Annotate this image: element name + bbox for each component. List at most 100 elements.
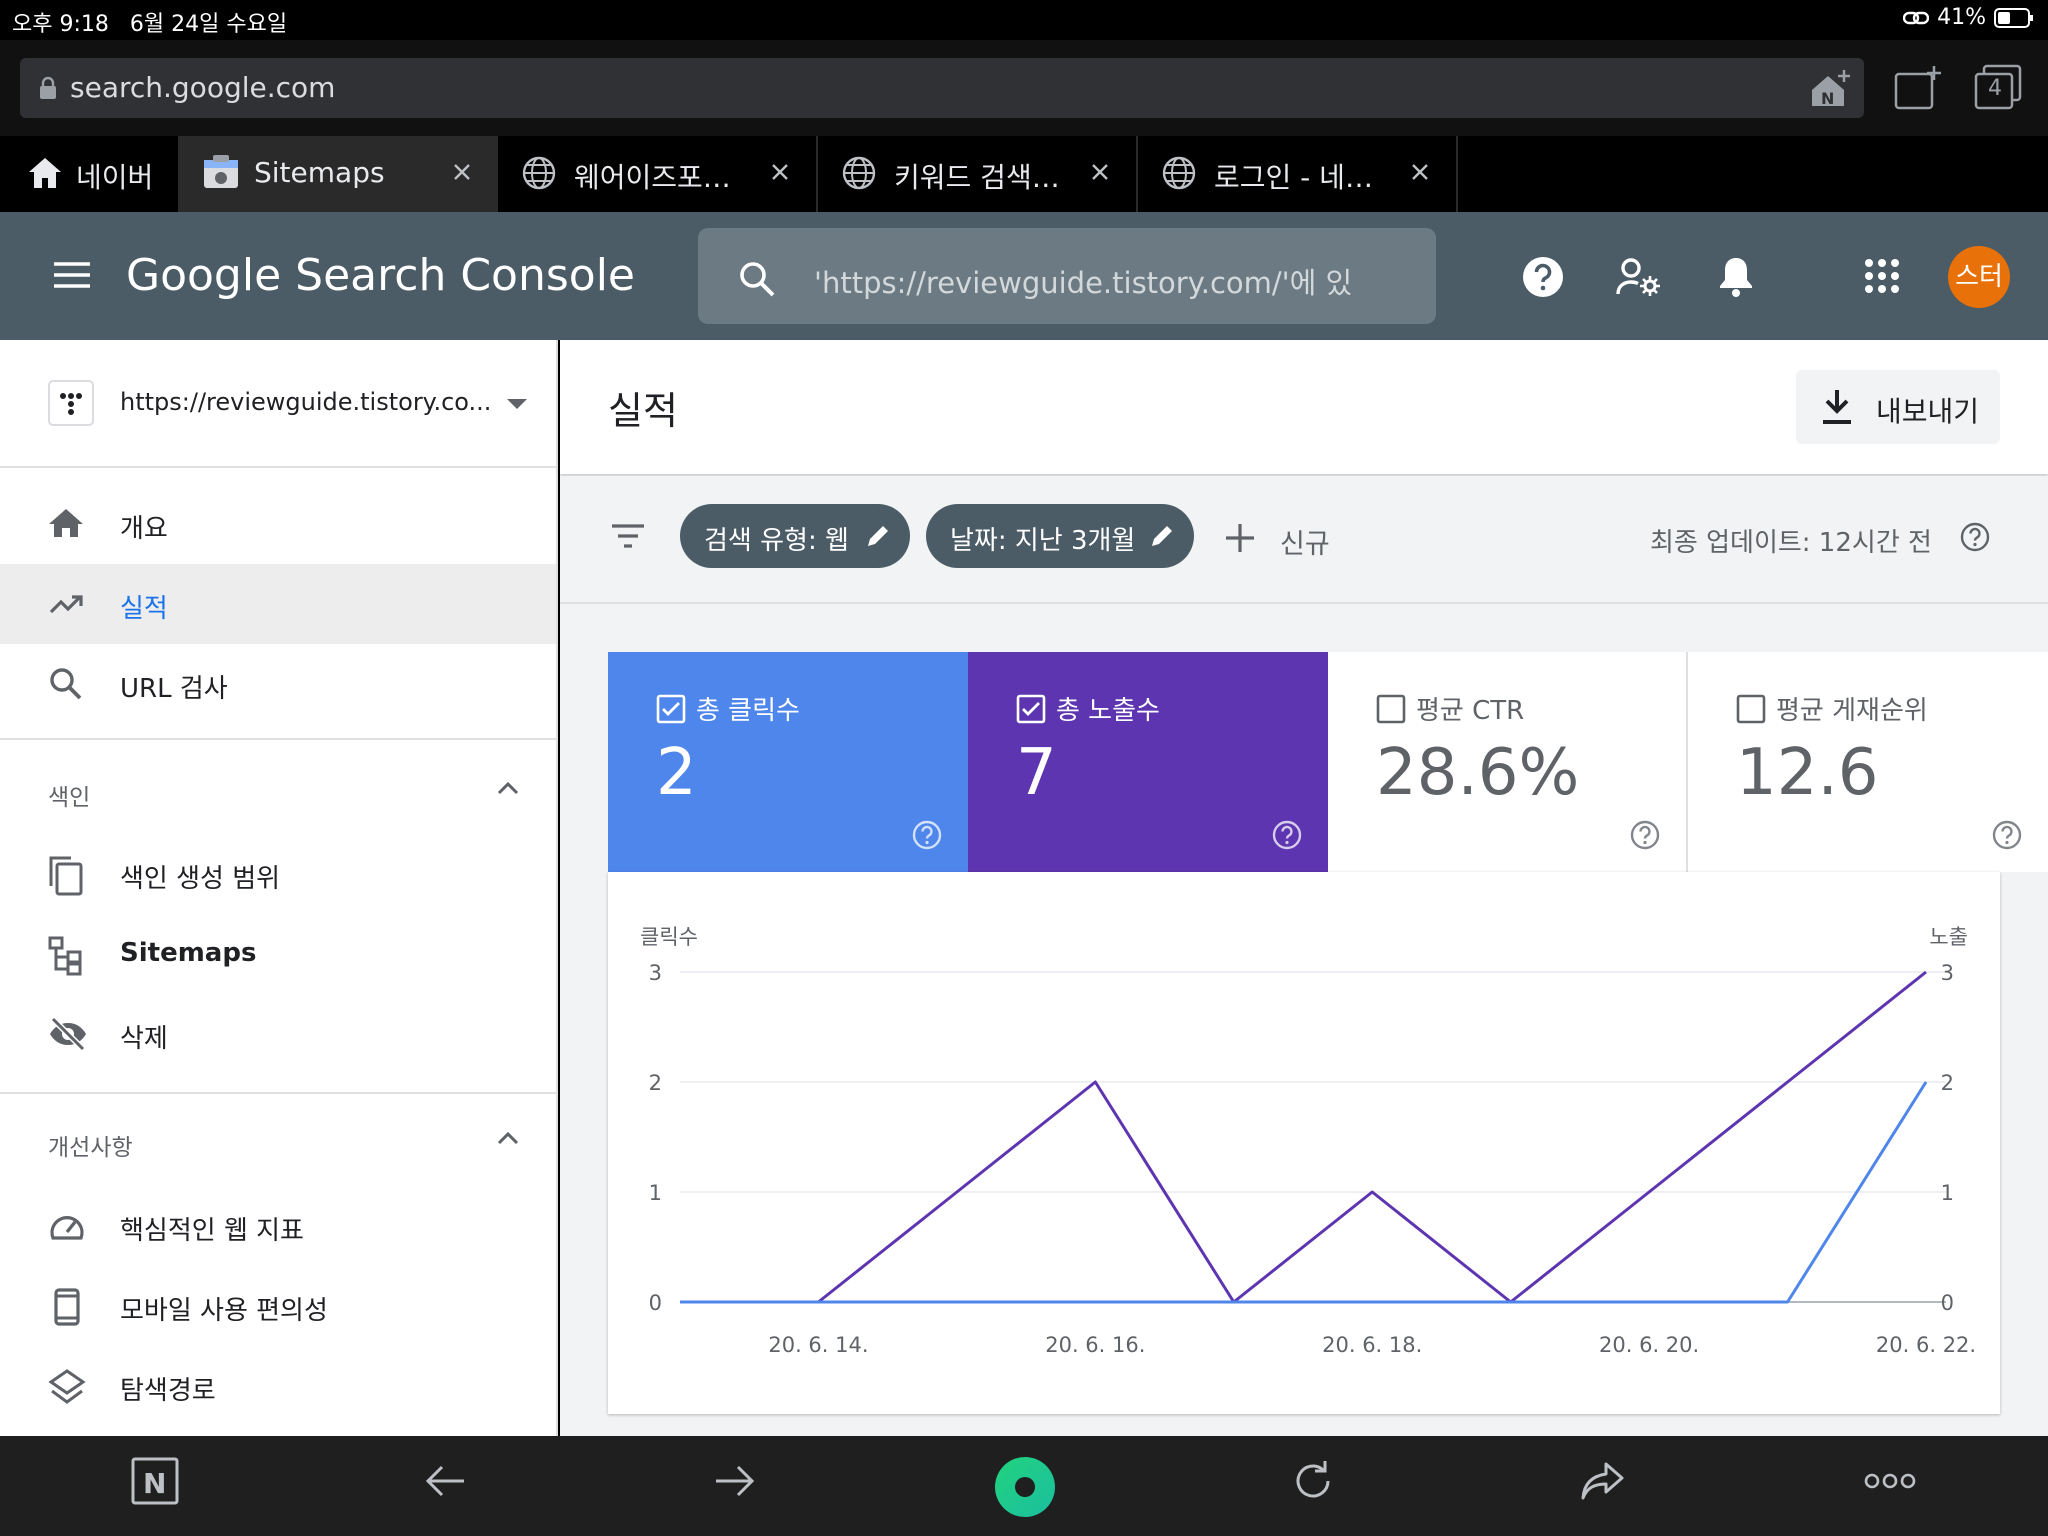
main-content: 실적 내보내기 검색 유형: 웹 날짜: 지난 3개월 신규 최종 업데이트: … [560,340,2048,1436]
tab-keyword[interactable]: 키워드 검색… [818,136,1138,212]
status-bar: 오후 9:18 6월 24일 수요일 41% [0,0,2048,40]
search-placeholder: 'https://reviewguide.tistory.com/'에 있 [814,266,1353,300]
filter-chip-search-type[interactable]: 검색 유형: 웹 [680,504,910,568]
status-time: 오후 9:18 [12,12,109,37]
help-outline-icon[interactable] [1992,820,2022,850]
share-icon[interactable] [1578,1456,1628,1506]
back-arrow-icon[interactable] [420,1456,470,1506]
help-outline-icon[interactable] [1960,522,1990,552]
tab-sitemaps[interactable]: Sitemaps [180,136,498,212]
home-icon [26,154,64,190]
user-settings-icon[interactable] [1616,256,1662,298]
checkbox-unchecked-icon[interactable] [1376,694,1406,724]
tab-label: 네이버 [76,161,154,194]
speed-icon [48,1208,86,1242]
x-tick-label: 20. 6. 16. [1045,1333,1145,1357]
logo-search-console: Search Console [295,250,635,301]
improvements-section-header[interactable]: 개선사항 [0,1094,556,1182]
home-icon [48,506,84,542]
tab-label: Sitemaps [254,156,385,189]
tab-label: 로그인 - 네… [1214,161,1373,194]
search-icon [738,260,776,298]
help-icon[interactable] [1522,256,1564,298]
filter-bar: 검색 유형: 웹 날짜: 지난 3개월 신규 최종 업데이트: 12시간 전 [560,476,2048,604]
sidebar-item-overview[interactable]: 개요 [0,484,556,564]
tab-whereis[interactable]: 웨어이즈포… [498,136,818,212]
sidebar-item-label: 탐색경로 [120,1376,216,1406]
product-logo[interactable]: Google Search Console [126,250,635,301]
sidebar-item-mobile-usability[interactable]: 모바일 사용 편의성 [0,1266,556,1346]
y-tick-label-left: 3 [649,961,662,985]
x-tick-label: 20. 6. 20. [1599,1333,1699,1357]
property-url: https://reviewguide.tistory.co... [120,388,492,416]
section-title: 색인 [48,785,91,811]
search-input[interactable]: 'https://reviewguide.tistory.com/'에 있 [698,228,1436,324]
apps-grid-icon[interactable] [1864,258,1900,294]
help-outline-icon[interactable] [912,820,942,850]
edit-icon [864,522,892,550]
tab-label: 웨어이즈포… [574,161,731,194]
sidebar-item-label: 실적 [120,594,168,624]
sidebar-item-performance[interactable]: 실적 [0,564,556,644]
performance-chart-card: 클릭수 노출 0 0 1 1 2 2 3 3 20. 6. 14. 20. 6. 16. 20. 6. … [608,872,2000,1414]
refresh-icon[interactable] [1288,1456,1338,1506]
more-icon[interactable] [1864,1470,1916,1492]
metric-card-clicks[interactable]: 총 클릭수 2 [608,652,968,872]
search-icon [48,666,84,702]
tab-count-button[interactable]: 4 [1974,64,2024,110]
metric-value: 2 [656,736,697,810]
y-tick-label-right: 3 [1941,961,1954,985]
avatar[interactable]: 스터 [1948,246,2010,308]
sidebar-item-url-inspection[interactable]: URL 검사 [0,644,556,724]
y-tick-label-left: 0 [649,1291,662,1315]
sidebar-item-breadcrumbs[interactable]: 탐색경로 [0,1346,556,1426]
export-button[interactable]: 내보내기 [1796,370,2000,444]
sidebar-item-core-web-vitals[interactable]: 핵심적인 웹 지표 [0,1186,556,1266]
property-selector[interactable]: https://reviewguide.tistory.co... [0,340,556,466]
home-add-icon[interactable]: N [1808,68,1852,110]
sidebar-item-removals[interactable]: 삭제 [0,994,556,1074]
x-tick-label: 20. 6. 22. [1876,1333,1976,1357]
browser-bottom-bar: N [0,1436,2048,1536]
close-icon[interactable] [1404,156,1436,188]
browser-tab-bar: 네이버 Sitemaps 웨어이즈포… 키워드 검색… 로그인 - 네… [0,136,2048,212]
chevron-up-icon [496,1130,520,1146]
page-title: 실적 [608,389,678,433]
forward-arrow-icon[interactable] [710,1456,760,1506]
url-field[interactable]: search.google.com N [20,58,1864,118]
help-outline-icon[interactable] [1272,820,1302,850]
metric-card-ctr[interactable]: 평균 CTR 28.6% [1328,652,1688,872]
metric-label: 평균 게재순위 [1776,696,1928,726]
tab-login[interactable]: 로그인 - 네… [1138,136,1458,212]
menu-icon[interactable] [52,260,92,290]
filter-list-icon[interactable] [610,522,646,550]
notifications-icon[interactable] [1716,254,1756,298]
metric-card-impressions[interactable]: 총 노출수 7 [968,652,1328,872]
smartphone-icon [54,1288,80,1326]
sidebar-item-coverage[interactable]: 색인 생성 범위 [0,834,556,914]
checkbox-checked-icon[interactable] [1016,694,1046,724]
tab-naver[interactable]: 네이버 [0,136,180,212]
index-section-header[interactable]: 색인 [0,740,556,830]
naver-n-icon[interactable]: N [130,1456,180,1506]
y-tick-label-left: 2 [649,1071,662,1095]
metric-label: 총 노출수 [1056,696,1160,726]
dropdown-arrow-icon [506,398,528,410]
checkbox-unchecked-icon[interactable] [1736,694,1766,724]
filter-chip-date[interactable]: 날짜: 지난 3개월 [926,504,1194,568]
close-icon[interactable] [1084,156,1116,188]
section-title: 개선사항 [48,1135,133,1161]
close-icon[interactable] [764,156,796,188]
help-outline-icon[interactable] [1630,820,1660,850]
close-icon[interactable] [446,156,478,188]
sidebar-item-sitemaps[interactable]: Sitemaps [0,914,556,994]
checkbox-checked-icon[interactable] [656,694,686,724]
metric-value: 12.6 [1736,736,1879,810]
battery-percent: 41% [1937,5,1986,30]
url-text: search.google.com [70,71,336,104]
green-dot-button[interactable] [994,1456,1056,1518]
metric-card-position[interactable]: 평균 게재순위 12.6 [1688,652,2048,872]
page-header: 실적 내보내기 [560,340,2048,474]
metric-value: 7 [1016,736,1057,810]
new-tab-icon[interactable] [1894,64,1944,110]
